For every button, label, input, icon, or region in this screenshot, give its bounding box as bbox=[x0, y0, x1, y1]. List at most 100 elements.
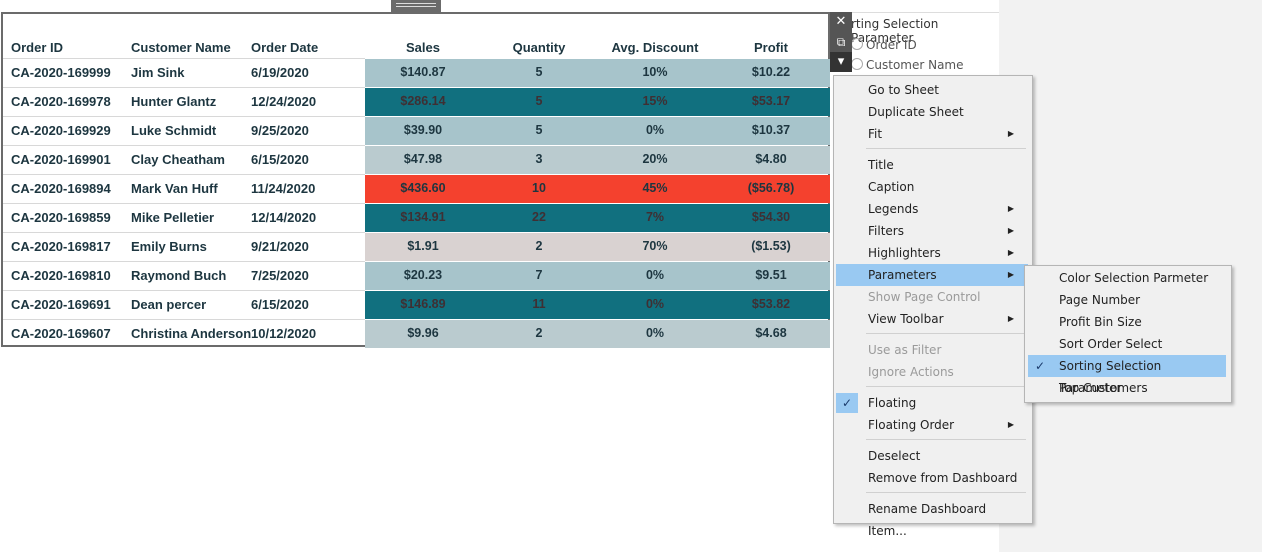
submenu-item-color-selection-parmeter[interactable]: Color Selection Parmeter bbox=[1028, 267, 1226, 289]
menu-item-title[interactable]: Title bbox=[836, 154, 1028, 176]
cell-sales[interactable]: $436.60 bbox=[365, 174, 481, 203]
submenu-item-sort-order-select[interactable]: Sort Order Select bbox=[1028, 333, 1226, 355]
cell-quantity[interactable]: 2 bbox=[481, 232, 597, 261]
cell-sales[interactable]: $286.14 bbox=[365, 87, 481, 116]
cell-order-date[interactable]: 7/25/2020 bbox=[251, 261, 309, 290]
menu-item-floating-order[interactable]: Floating Order ▶ bbox=[836, 414, 1028, 436]
header-profit[interactable]: Profit bbox=[713, 40, 829, 56]
header-quantity[interactable]: Quantity bbox=[481, 40, 597, 56]
cell-quantity[interactable]: 2 bbox=[481, 319, 597, 348]
menu-item-view-toolbar[interactable]: View Toolbar ▶ bbox=[836, 308, 1028, 330]
cell-customer-name[interactable]: Mike Pelletier bbox=[131, 203, 214, 232]
menu-item-parameters[interactable]: Parameters ▶ bbox=[836, 264, 1028, 286]
menu-item-remove-from-dashboard[interactable]: Remove from Dashboard bbox=[836, 467, 1028, 489]
menu-item-caption[interactable]: Caption bbox=[836, 176, 1028, 198]
cell-customer-name[interactable]: Emily Burns bbox=[131, 232, 207, 261]
table-row[interactable]: CA-2020-169607 Christina Anderson 10/12/20… bbox=[3, 319, 830, 348]
menu-item-filters[interactable]: Filters ▶ bbox=[836, 220, 1028, 242]
cell-avg-discount[interactable]: 70% bbox=[597, 232, 713, 261]
menu-item-highlighters[interactable]: Highlighters ▶ bbox=[836, 242, 1028, 264]
cell-customer-name[interactable]: Dean percer bbox=[131, 290, 206, 319]
cell-sales[interactable]: $140.87 bbox=[365, 58, 481, 87]
cell-order-date[interactable]: 9/25/2020 bbox=[251, 116, 309, 145]
menu-item-duplicate-sheet[interactable]: Duplicate Sheet bbox=[836, 101, 1028, 123]
menu-item-legends[interactable]: Legends ▶ bbox=[836, 198, 1028, 220]
cell-avg-discount[interactable]: 0% bbox=[597, 116, 713, 145]
submenu-item-sorting-selection-parameter[interactable]: ✓ Sorting Selection Parameter bbox=[1028, 355, 1226, 395]
cell-order-date[interactable]: 6/15/2020 bbox=[251, 145, 309, 174]
cell-order-date[interactable]: 12/14/2020 bbox=[251, 203, 316, 232]
table-row[interactable]: CA-2020-169691 Dean percer 6/15/2020 $146.8… bbox=[3, 290, 830, 319]
radio-order-id[interactable] bbox=[851, 38, 863, 50]
cell-order-id[interactable]: CA-2020-169929 bbox=[11, 116, 111, 145]
cell-sales[interactable]: $146.89 bbox=[365, 290, 481, 319]
cell-avg-discount[interactable]: 0% bbox=[597, 261, 713, 290]
cell-order-date[interactable]: 11/24/2020 bbox=[251, 174, 315, 203]
cell-profit[interactable]: $53.17 bbox=[713, 87, 829, 116]
cell-quantity[interactable]: 3 bbox=[481, 145, 597, 174]
cell-order-date[interactable]: 10/12/2020 bbox=[251, 319, 316, 348]
cell-sales[interactable]: $47.98 bbox=[365, 145, 481, 174]
cell-sales[interactable]: $1.91 bbox=[365, 232, 481, 261]
cell-profit[interactable]: $10.37 bbox=[713, 116, 829, 145]
option-customer-name[interactable]: Customer Name bbox=[866, 58, 964, 72]
cell-profit[interactable]: $10.22 bbox=[713, 58, 829, 87]
cell-profit[interactable]: $4.68 bbox=[713, 319, 829, 348]
menu-item-deselect[interactable]: Deselect bbox=[836, 445, 1028, 467]
table-row[interactable]: CA-2020-169817 Emily Burns 9/21/2020 $1.91 2… bbox=[3, 232, 830, 261]
option-order-id[interactable]: Order ID bbox=[866, 38, 917, 52]
radio-customer-name[interactable] bbox=[851, 58, 863, 70]
cell-order-id[interactable]: CA-2020-169607 bbox=[11, 319, 111, 348]
cell-order-id[interactable]: CA-2020-169901 bbox=[11, 145, 111, 174]
cell-quantity[interactable]: 11 bbox=[481, 290, 597, 319]
cell-profit[interactable]: ($1.53) bbox=[713, 232, 829, 261]
cell-order-id[interactable]: CA-2020-169978 bbox=[11, 87, 111, 116]
cell-profit[interactable]: $54.30 bbox=[713, 203, 829, 232]
cell-customer-name[interactable]: Christina Anderson bbox=[131, 319, 251, 348]
table-row[interactable]: CA-2020-169810 Raymond Buch 7/25/2020 $20.2… bbox=[3, 261, 830, 290]
cell-order-id[interactable]: CA-2020-169691 bbox=[11, 290, 111, 319]
cell-customer-name[interactable]: Jim Sink bbox=[131, 58, 184, 87]
cell-avg-discount[interactable]: 45% bbox=[597, 174, 713, 203]
table-row[interactable]: CA-2020-169929 Luke Schmidt 9/25/2020 $39.9… bbox=[3, 116, 830, 145]
cell-sales[interactable]: $39.90 bbox=[365, 116, 481, 145]
submenu-item-top-customers[interactable]: Top Customers bbox=[1028, 377, 1226, 399]
cell-customer-name[interactable]: Luke Schmidt bbox=[131, 116, 216, 145]
close-icon[interactable]: ✕ bbox=[830, 12, 852, 32]
header-sales[interactable]: Sales bbox=[365, 40, 481, 56]
drag-handle[interactable] bbox=[391, 0, 441, 12]
header-order-date[interactable]: Order Date bbox=[251, 40, 318, 56]
cell-profit[interactable]: ($56.78) bbox=[713, 174, 829, 203]
open-sheet-icon[interactable]: ⧉ bbox=[830, 32, 852, 52]
cell-avg-discount[interactable]: 0% bbox=[597, 290, 713, 319]
cell-avg-discount[interactable]: 15% bbox=[597, 87, 713, 116]
table-row[interactable]: CA-2020-169894 Mark Van Huff 11/24/2020 $43… bbox=[3, 174, 830, 203]
cell-customer-name[interactable]: Hunter Glantz bbox=[131, 87, 216, 116]
cell-order-id[interactable]: CA-2020-169810 bbox=[11, 261, 111, 290]
cell-avg-discount[interactable]: 20% bbox=[597, 145, 713, 174]
header-avg-discount[interactable]: Avg. Discount bbox=[597, 40, 713, 56]
cell-order-id[interactable]: CA-2020-169859 bbox=[11, 203, 111, 232]
cell-order-date[interactable]: 6/19/2020 bbox=[251, 58, 309, 87]
header-order-id[interactable]: Order ID bbox=[11, 40, 63, 56]
cell-order-id[interactable]: CA-2020-169817 bbox=[11, 232, 111, 261]
cell-order-date[interactable]: 12/24/2020 bbox=[251, 87, 316, 116]
cell-quantity[interactable]: 7 bbox=[481, 261, 597, 290]
worksheet[interactable]: Order ID Customer Name Order Date Sales … bbox=[1, 12, 830, 348]
cell-quantity[interactable]: 5 bbox=[481, 87, 597, 116]
table-row[interactable]: CA-2020-169901 Clay Cheatham 6/15/2020 $47.… bbox=[3, 145, 830, 174]
cell-order-id[interactable]: CA-2020-169894 bbox=[11, 174, 111, 203]
cell-order-id[interactable]: CA-2020-169999 bbox=[11, 58, 111, 87]
cell-quantity[interactable]: 10 bbox=[481, 174, 597, 203]
table-row[interactable]: CA-2020-169978 Hunter Glantz 12/24/2020 $28… bbox=[3, 87, 830, 116]
table-row[interactable]: CA-2020-169859 Mike Pelletier 12/14/2020 $1… bbox=[3, 203, 830, 232]
submenu-item-profit-bin-size[interactable]: Profit Bin Size bbox=[1028, 311, 1226, 333]
more-options-icon[interactable]: ▾ bbox=[830, 52, 852, 72]
cell-sales[interactable]: $20.23 bbox=[365, 261, 481, 290]
cell-profit[interactable]: $53.82 bbox=[713, 290, 829, 319]
cell-customer-name[interactable]: Clay Cheatham bbox=[131, 145, 225, 174]
header-customer-name[interactable]: Customer Name bbox=[131, 40, 231, 56]
menu-item-go-to-sheet[interactable]: Go to Sheet bbox=[836, 79, 1028, 101]
cell-customer-name[interactable]: Raymond Buch bbox=[131, 261, 226, 290]
table-row[interactable]: CA-2020-169999 Jim Sink 6/19/2020 $140.87 5 1… bbox=[3, 58, 830, 87]
